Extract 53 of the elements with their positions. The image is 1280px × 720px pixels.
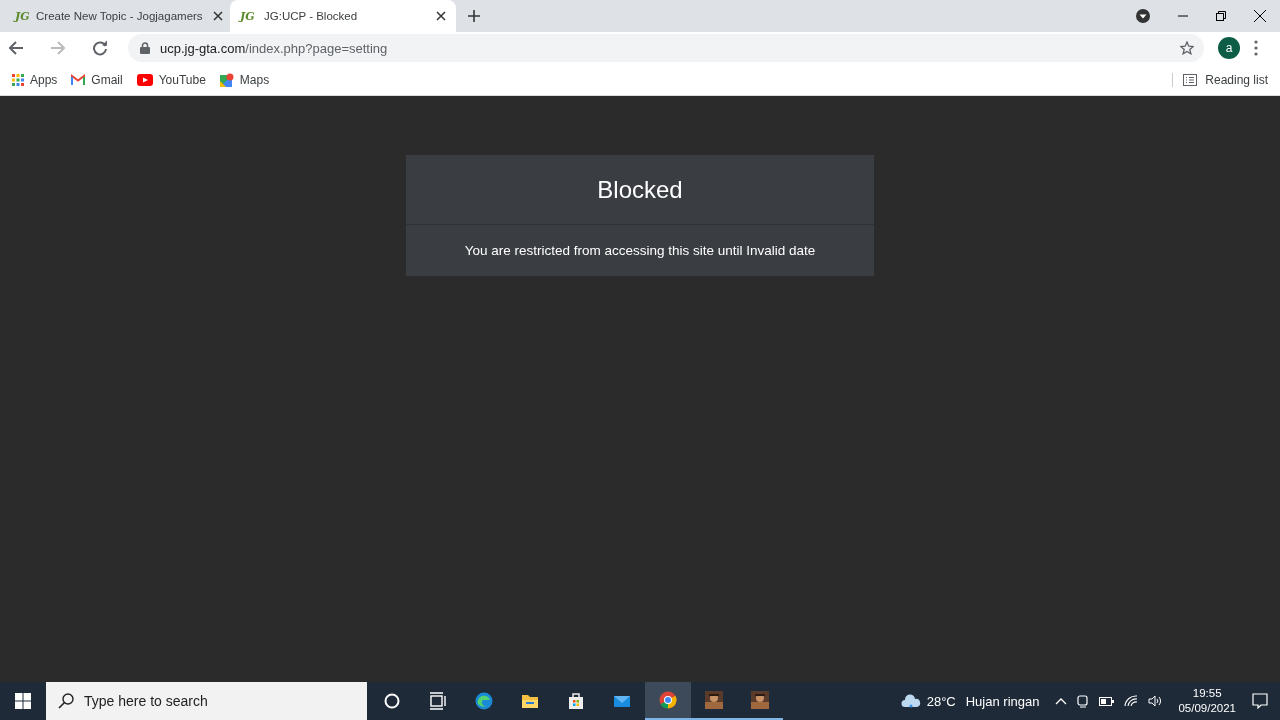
bookmark-link[interactable]: YouTube <box>136 72 206 87</box>
browser-tab[interactable]: JG Create New Topic - Jogjagamers <box>8 0 230 32</box>
folder-icon <box>521 692 539 710</box>
tab-title: JG:UCP - Blocked <box>264 10 359 22</box>
profile-avatar[interactable]: a <box>1218 37 1240 59</box>
browser-tab[interactable]: JG JG:UCP - Blocked <box>230 0 456 32</box>
site-logo: JG <box>15 9 31 23</box>
chrome-browser-icon <box>659 691 677 709</box>
new-tab-icon[interactable] <box>468 10 480 22</box>
cloud-icon <box>900 694 921 708</box>
dropdown-icon[interactable] <box>1136 9 1150 23</box>
edge-browser-icon <box>475 692 493 710</box>
camera-icon[interactable] <box>1077 694 1090 708</box>
close-icon[interactable] <box>213 11 223 21</box>
star-icon[interactable] <box>1180 41 1194 55</box>
shopping-bag-icon <box>567 692 585 710</box>
bookmark-link[interactable]: Apps <box>12 72 58 87</box>
play-icon <box>136 73 153 86</box>
lock-icon <box>140 42 150 54</box>
bookmark-link[interactable]: Maps <box>219 72 270 87</box>
restore-icon[interactable] <box>1216 11 1226 21</box>
search-icon <box>58 693 74 709</box>
battery-icon[interactable] <box>1099 696 1115 706</box>
blocked-message: You are restricted from accessing this site until Invalid date <box>463 242 817 260</box>
chevron-up-icon[interactable] <box>1055 697 1068 705</box>
wifi-icon[interactable] <box>1124 695 1139 707</box>
circle-icon <box>383 692 401 710</box>
taskbar-search-field[interactable]: Type here to search <box>46 682 367 720</box>
game-app-icon <box>705 691 723 709</box>
back-icon[interactable] <box>8 40 24 56</box>
mail-icon <box>71 74 86 85</box>
close-icon[interactable] <box>436 11 446 21</box>
reading-list-button[interactable]: Reading list <box>1172 72 1268 87</box>
card-title: Blocked <box>406 155 874 225</box>
site-logo: JG <box>240 9 256 23</box>
windows-logo-icon[interactable] <box>15 693 31 709</box>
game-app-icon <box>751 691 769 709</box>
search-placeholder: Type here to search <box>84 693 208 709</box>
task-view-icon <box>429 692 447 710</box>
apps-grid-icon <box>12 73 24 86</box>
taskbar-clock[interactable]: 19:55 05/09/2021 <box>1178 686 1236 716</box>
list-icon <box>1183 73 1198 86</box>
speaker-icon[interactable] <box>1148 695 1163 707</box>
address-bar[interactable]: ucp.jg-gta.com/index.php?page=setting <box>128 34 1204 62</box>
weather-widget[interactable]: 28°C Hujan ringan <box>900 693 1040 709</box>
map-pin-icon <box>219 72 234 87</box>
close-icon[interactable] <box>1254 10 1266 22</box>
reload-icon[interactable] <box>92 40 108 56</box>
url-text: ucp.jg-gta.com/index.php?page=setting <box>160 40 389 56</box>
notification-icon[interactable] <box>1252 693 1268 709</box>
tab-title: Create New Topic - Jogjagamers <box>36 10 204 22</box>
more-icon[interactable] <box>1254 40 1258 56</box>
bookmark-link[interactable]: Gmail <box>71 72 123 87</box>
